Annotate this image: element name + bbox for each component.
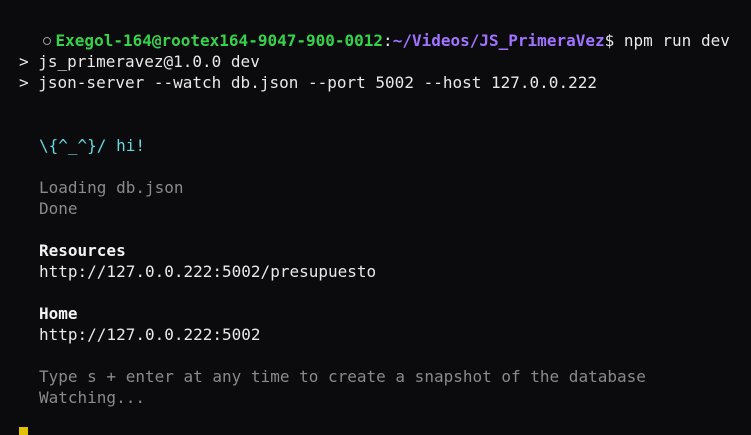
done-message: Done	[39, 199, 78, 218]
snapshot-hint: Type s + enter at any time to create a s…	[39, 367, 646, 386]
server-greeting: \{^_^}/ hi!	[39, 136, 145, 155]
terminal-window[interactable]: Exegol-164@rootex164-9047-900-0012:~/Vid…	[0, 0, 751, 435]
watching-status: Watching...	[39, 388, 145, 407]
prompt-path: ~/Videos/JS_PrimeraVez	[392, 30, 605, 50]
npm-output-line-2: > json-server --watch db.json --port 500…	[19, 73, 597, 92]
text-cursor	[19, 427, 28, 435]
home-heading: Home	[39, 304, 78, 323]
resources-heading: Resources	[39, 241, 126, 260]
home-url-link[interactable]: http://127.0.0.222:5002	[39, 325, 261, 346]
loading-message: Loading db.json	[39, 178, 184, 197]
prompt-status-icon	[42, 36, 51, 45]
prompt-colon: :	[383, 30, 393, 50]
prompt-symbol: $	[604, 30, 615, 50]
prompt-command: npm run dev	[614, 30, 730, 50]
resources-url-link[interactable]: http://127.0.0.222:5002/presupuesto	[39, 262, 376, 283]
prompt-user-host: Exegol-164@rootex164-9047-900-0012	[55, 30, 384, 50]
npm-output-line-1: > js_primeravez@1.0.0 dev	[19, 52, 260, 71]
